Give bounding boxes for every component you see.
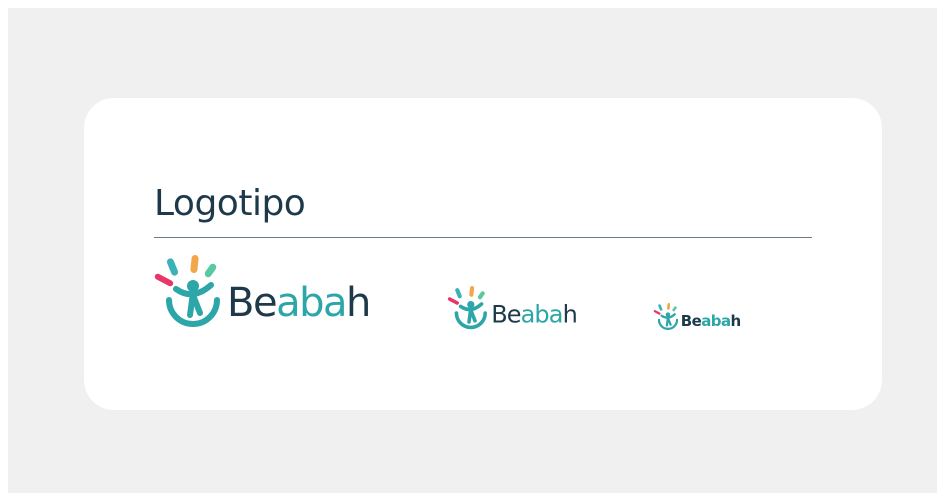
beabah-logo-medium: Beabah (446, 286, 582, 334)
beabah-child-icon (653, 303, 679, 330)
title-divider (154, 237, 812, 238)
beabah-logo-svg: Beabah (154, 255, 371, 327)
beabah-logo-small: Beabah (652, 303, 741, 333)
beabah-wordmark: Beabah (227, 280, 370, 326)
beabah-logo-large: Beabah (153, 255, 377, 335)
beabah-wordmark: Beabah (491, 301, 577, 329)
beabah-wordmark: Beabah (681, 312, 741, 330)
beabah-child-icon (447, 286, 487, 330)
beabah-logo-svg: Beabah (447, 286, 578, 330)
page-background: Logotipo Beabah Beabah Beabah (8, 8, 937, 493)
section-title: Logotipo (154, 183, 306, 224)
beabah-child-icon (154, 255, 220, 327)
beabah-logo-svg: Beabah (653, 303, 741, 330)
logo-card: Logotipo Beabah Beabah Beabah (84, 98, 882, 410)
